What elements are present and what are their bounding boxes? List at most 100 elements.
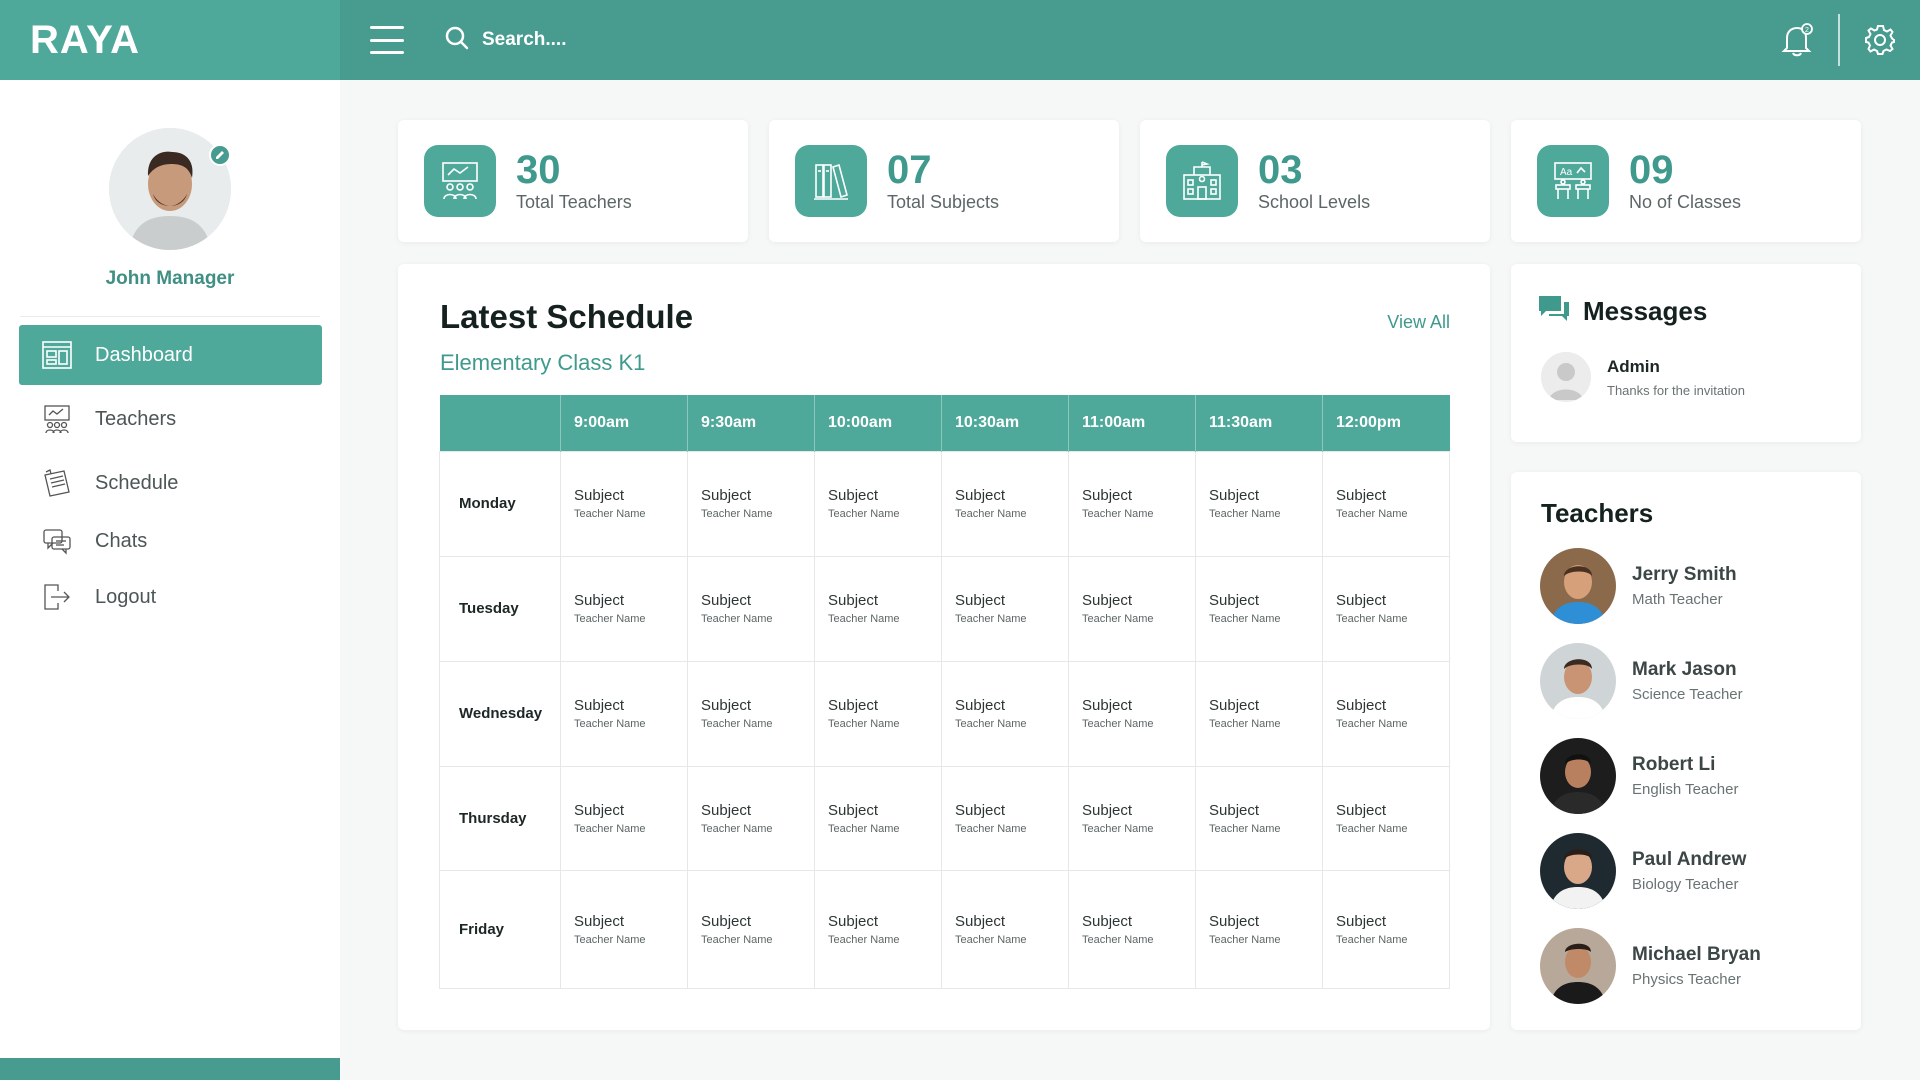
schedule-cell[interactable]: Subject Teacher Name: [941, 660, 1069, 767]
sidebar-item-dashboard[interactable]: Dashboard: [19, 325, 322, 385]
schedule-cell[interactable]: Subject Teacher Name: [814, 765, 942, 871]
schedule-cell[interactable]: Subject Teacher Name: [1322, 765, 1450, 871]
sidebar-item-logout[interactable]: Logout: [19, 569, 322, 625]
logout-icon: [41, 581, 73, 613]
teacher-item[interactable]: Paul Andrew Biology Teacher: [1540, 833, 1761, 909]
schedule-cell[interactable]: Subject Teacher Name: [687, 555, 815, 662]
stat-card-teachers[interactable]: 30 Total Teachers: [398, 120, 748, 242]
cell-subject: Subject: [828, 697, 879, 714]
edit-icon[interactable]: [209, 144, 231, 166]
time-header: 10:30am: [941, 395, 1069, 451]
schedule-header-row: 9:00am 9:30am 10:00am 10:30am 11:00am 11…: [439, 395, 1450, 451]
profile-section: John Manager: [0, 80, 340, 290]
sidebar: John Manager Dashboard Teachers Schedule: [0, 80, 340, 1080]
message-preview: Thanks for the invitation: [1607, 382, 1746, 398]
schedule-cell[interactable]: Subject Teacher Name: [941, 765, 1069, 871]
search-icon[interactable]: [444, 25, 470, 56]
cell-teacher: Teacher Name: [1082, 822, 1154, 835]
cell-teacher: Teacher Name: [1209, 822, 1281, 835]
schedule-cell[interactable]: Subject Teacher Name: [1322, 450, 1450, 557]
cell-subject: Subject: [701, 801, 752, 819]
schedule-cell[interactable]: Subject Teacher Name: [1068, 450, 1196, 557]
schedule-cell[interactable]: Subject Teacher Name: [941, 555, 1069, 662]
schedule-cell[interactable]: Subject Teacher Name: [941, 450, 1069, 557]
schedule-cell[interactable]: Subject Teacher Name: [560, 660, 688, 767]
teacher-item[interactable]: Michael Bryan Physics Teacher: [1540, 928, 1761, 1004]
schedule-cell[interactable]: Subject Teacher Name: [941, 869, 1069, 989]
gear-icon[interactable]: [1840, 0, 1920, 80]
cell-teacher: Teacher Name: [701, 508, 773, 520]
avatar: [1540, 738, 1616, 814]
schedule-cell[interactable]: Subject Teacher Name: [560, 450, 688, 557]
sidebar-item-chats[interactable]: Chats: [19, 513, 322, 569]
schedule-cell[interactable]: Subject Teacher Name: [1322, 869, 1450, 989]
schedule-cell[interactable]: Subject Teacher Name: [814, 869, 942, 989]
cell-teacher: Teacher Name: [955, 822, 1027, 835]
schedule-cell[interactable]: Subject Teacher Name: [814, 660, 942, 767]
hamburger-icon[interactable]: [370, 26, 404, 54]
schedule-cell[interactable]: Subject Teacher Name: [814, 450, 942, 557]
sidebar-item-schedule[interactable]: Schedule: [19, 453, 322, 513]
schedule-cell[interactable]: Subject Teacher Name: [1068, 660, 1196, 767]
svg-text:2: 2: [1805, 27, 1809, 34]
time-header: 11:30am: [1195, 395, 1323, 451]
schedule-cell[interactable]: Subject Teacher Name: [1322, 555, 1450, 662]
schedule-cell[interactable]: Subject Teacher Name: [687, 660, 815, 767]
schedule-cell[interactable]: Subject Teacher Name: [814, 555, 942, 662]
avatar: [1540, 643, 1616, 719]
teacher-item[interactable]: Mark Jason Science Teacher: [1540, 643, 1761, 719]
cell-subject: Subject: [701, 912, 752, 930]
sidebar-divider: [20, 316, 320, 317]
schedule-cell[interactable]: Subject Teacher Name: [1322, 660, 1450, 767]
teacher-name: Jerry Smith: [1632, 564, 1737, 585]
bell-icon[interactable]: 2: [1758, 0, 1838, 80]
cell-teacher: Teacher Name: [574, 822, 646, 835]
sidebar-item-label: Logout: [95, 585, 157, 608]
cell-subject: Subject: [828, 912, 879, 930]
cell-subject: Subject: [1336, 487, 1387, 504]
teacher-item[interactable]: Jerry Smith Math Teacher: [1540, 548, 1761, 624]
cell-subject: Subject: [574, 592, 625, 609]
schedule-cell[interactable]: Subject Teacher Name: [687, 450, 815, 557]
sidebar-nav: Dashboard Teachers Schedule Chats Logout: [0, 325, 340, 625]
day-label: Monday: [439, 450, 561, 557]
cell-teacher: Teacher Name: [828, 613, 900, 625]
message-item[interactable]: Admin Thanks for the invitation: [1541, 352, 1745, 402]
schedule-table: 9:00am 9:30am 10:00am 10:30am 11:00am 11…: [439, 395, 1450, 989]
cell-teacher: Teacher Name: [1336, 822, 1408, 835]
stat-card-levels[interactable]: 03 School Levels: [1140, 120, 1490, 242]
schedule-cell[interactable]: Subject Teacher Name: [1195, 555, 1323, 662]
teacher-role: Physics Teacher: [1632, 971, 1741, 988]
sidebar-item-teachers[interactable]: Teachers: [19, 389, 322, 449]
cell-subject: Subject: [955, 697, 1006, 714]
schedule-cell[interactable]: Subject Teacher Name: [687, 869, 815, 989]
dashboard-icon: [41, 339, 73, 371]
stat-card-classes[interactable]: Aa 09 No of Classes: [1511, 120, 1861, 242]
cell-subject: Subject: [828, 592, 879, 609]
search-input[interactable]: [482, 29, 782, 51]
schedule-cell[interactable]: Subject Teacher Name: [1195, 450, 1323, 557]
schedule-cell[interactable]: Subject Teacher Name: [560, 765, 688, 871]
schedule-cell[interactable]: Subject Teacher Name: [1068, 869, 1196, 989]
view-all-link[interactable]: View All: [1387, 312, 1450, 333]
schedule-cell[interactable]: Subject Teacher Name: [1195, 765, 1323, 871]
teacher-item[interactable]: Robert Li English Teacher: [1540, 738, 1761, 814]
sidebar-footer-bar: [0, 1058, 340, 1080]
cell-subject: Subject: [574, 697, 625, 714]
schedule-cell[interactable]: Subject Teacher Name: [560, 555, 688, 662]
brand-logo[interactable]: RAYA: [0, 0, 340, 80]
cell-teacher: Teacher Name: [701, 933, 773, 946]
cell-subject: Subject: [1082, 912, 1133, 930]
stat-card-subjects[interactable]: 07 Total Subjects: [769, 120, 1119, 242]
day-label: Tuesday: [439, 555, 561, 662]
schedule-cell[interactable]: Subject Teacher Name: [1195, 660, 1323, 767]
cell-teacher: Teacher Name: [828, 822, 900, 835]
schedule-cell[interactable]: Subject Teacher Name: [560, 869, 688, 989]
cell-subject: Subject: [1336, 801, 1387, 819]
schedule-cell[interactable]: Subject Teacher Name: [1068, 555, 1196, 662]
avatar: [1540, 928, 1616, 1004]
schedule-cell[interactable]: Subject Teacher Name: [1068, 765, 1196, 871]
schedule-cell[interactable]: Subject Teacher Name: [687, 765, 815, 871]
stat-value: 30: [516, 147, 561, 192]
schedule-cell[interactable]: Subject Teacher Name: [1195, 869, 1323, 989]
